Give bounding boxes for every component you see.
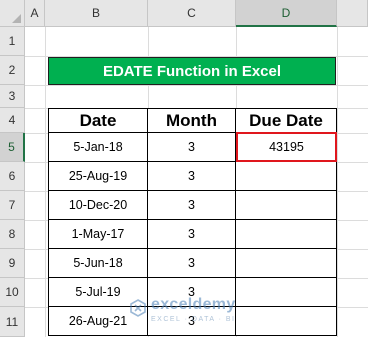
column-header-b[interactable]: B — [45, 0, 148, 27]
date-cell[interactable]: 5-Jan-18 — [48, 133, 148, 162]
spreadsheet-grid: A B C D 1 2 3 4 5 6 7 8 9 10 11 EDATE Fu… — [0, 0, 368, 337]
row-header-9[interactable]: 9 — [0, 249, 25, 278]
month-cell[interactable]: 3 — [148, 162, 236, 191]
row-header-8[interactable]: 8 — [0, 220, 25, 249]
date-cell[interactable]: 5-Jun-18 — [48, 249, 148, 278]
gridline — [25, 85, 368, 86]
row-header-4[interactable]: 4 — [0, 108, 25, 133]
due-date-cell[interactable] — [236, 220, 337, 249]
header-cell-month[interactable]: Month — [148, 108, 236, 133]
date-cell[interactable]: 10-Dec-20 — [48, 191, 148, 220]
row-header-11[interactable]: 11 — [0, 307, 25, 337]
row-header-7[interactable]: 7 — [0, 191, 25, 220]
title-banner[interactable]: EDATE Function in Excel — [48, 57, 336, 85]
watermark-tagline: EXCEL · DATA · BI — [151, 316, 236, 323]
row-header-2[interactable]: 2 — [0, 56, 25, 85]
row-header-5[interactable]: 5 — [0, 133, 25, 162]
watermark-name: exceldemy — [151, 296, 236, 313]
row-header-1[interactable]: 1 — [0, 27, 25, 56]
due-date-cell[interactable] — [236, 249, 337, 278]
month-cell[interactable]: 3 — [148, 220, 236, 249]
header-cell-date[interactable]: Date — [48, 108, 148, 133]
header-cell-due-date[interactable]: Due Date — [236, 108, 337, 133]
gridline — [45, 27, 46, 337]
watermark: exceldemy EXCEL · DATA · BI — [127, 292, 277, 332]
column-header-next[interactable] — [337, 0, 368, 27]
column-header-a[interactable]: A — [25, 0, 45, 27]
month-cell[interactable]: 3 — [148, 249, 236, 278]
date-cell[interactable]: 25-Aug-19 — [48, 162, 148, 191]
exceldemy-logo-icon — [130, 299, 146, 317]
month-cell[interactable]: 3 — [148, 133, 236, 162]
column-header-c[interactable]: C — [148, 0, 236, 27]
due-date-cell[interactable] — [236, 162, 337, 191]
column-header-d[interactable]: D — [236, 0, 337, 27]
month-cell[interactable]: 3 — [148, 191, 236, 220]
gridline — [337, 27, 338, 337]
row-header-3[interactable]: 3 — [0, 85, 25, 108]
row-header-10[interactable]: 10 — [0, 278, 25, 307]
select-all-corner[interactable] — [0, 0, 25, 27]
active-cell-d5[interactable]: 43195 — [236, 132, 337, 162]
row-header-6[interactable]: 6 — [0, 162, 25, 191]
due-date-cell[interactable] — [236, 191, 337, 220]
date-cell[interactable]: 1-May-17 — [48, 220, 148, 249]
